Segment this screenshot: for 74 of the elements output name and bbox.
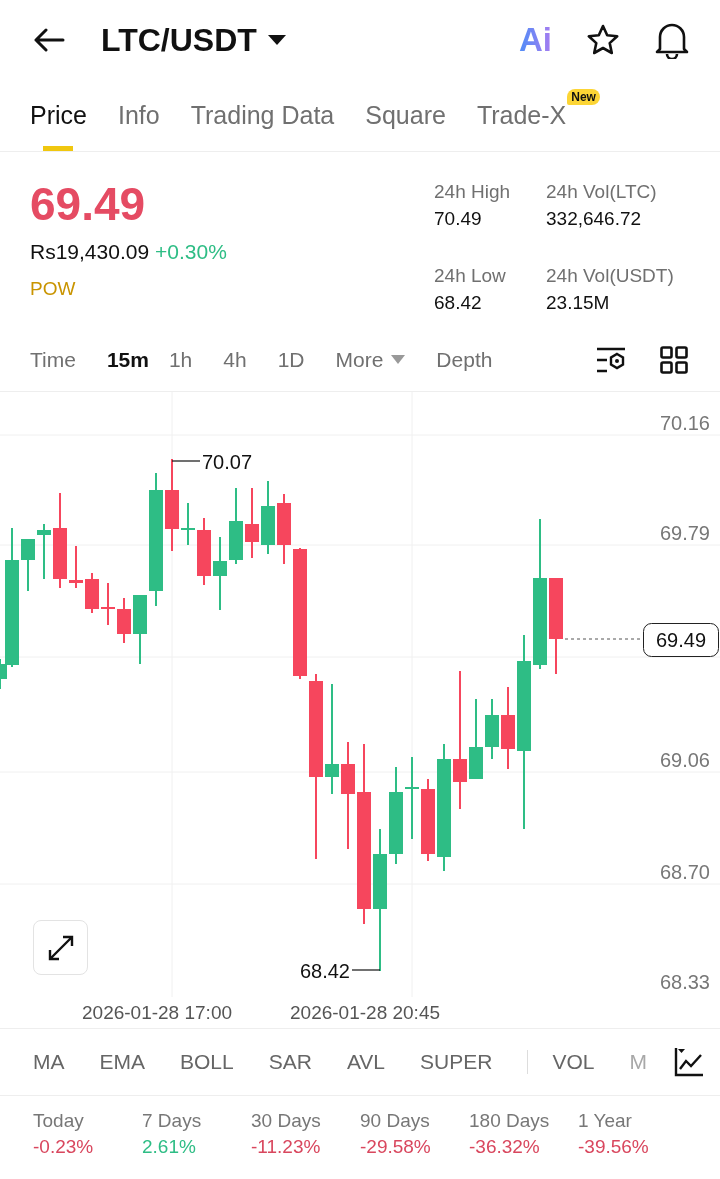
stat-label: 24h Vol(USDT) [546, 263, 675, 288]
period-change: -36.32% [469, 1136, 541, 1158]
tab[interactable]: Price [30, 80, 87, 151]
interval-option[interactable]: Time [30, 347, 76, 372]
period-change: -29.58% [360, 1136, 432, 1158]
stat-label: 24h Low [434, 263, 507, 288]
fullscreen-button[interactable] [33, 920, 88, 975]
tab[interactable]: Square [365, 80, 446, 151]
indicator-option[interactable]: SUPER [420, 1050, 493, 1074]
price-axis-label: 69.06 [659, 749, 710, 771]
expand-icon [47, 934, 74, 961]
indicator-option[interactable]: MA [33, 1050, 65, 1074]
candle [197, 517, 211, 586]
period-change: -0.23% [33, 1136, 95, 1158]
candle [69, 545, 83, 589]
tab[interactable]: Info [117, 80, 160, 151]
interval-option[interactable]: Depth [436, 347, 493, 372]
price-axis-label: 68.70 [659, 861, 710, 883]
new-badge: New [567, 89, 600, 105]
period-label: 1 Year [578, 1110, 633, 1132]
candle [21, 538, 35, 592]
period-change: 2.61% [142, 1136, 197, 1158]
last-price: 69.49 [30, 177, 147, 232]
stat-label: 24h High [434, 180, 512, 204]
fiat-price: Rs19,430.09 [30, 240, 150, 263]
indicator-option[interactable]: VOL [552, 1050, 595, 1074]
candle [245, 487, 259, 559]
stat-label: 24h Vol(LTC) [546, 180, 658, 204]
stat-value: 332,646.72 [546, 207, 643, 231]
time-axis-label: 2026-01-28 17:00 [82, 1001, 232, 1024]
caret-icon [391, 355, 406, 364]
stat-value: 68.42 [434, 290, 483, 315]
consensus-tag[interactable]: POW [30, 278, 76, 300]
candle [85, 572, 99, 614]
caret-icon[interactable] [266, 34, 287, 46]
candle [485, 698, 499, 760]
interval-option[interactable]: 4h [223, 347, 247, 372]
candle [117, 597, 131, 644]
chart-settings-icon[interactable] [596, 346, 626, 373]
stat-value: 23.15M [546, 290, 611, 315]
indicator-option[interactable]: AVL [346, 1050, 386, 1074]
period-change: -39.56% [578, 1136, 650, 1158]
tab[interactable]: Trading Data [190, 80, 335, 151]
candle [37, 523, 51, 580]
indicator-option[interactable]: BOLL [180, 1050, 234, 1074]
period-label: 7 Days [142, 1110, 203, 1132]
last-price-tag: 69.49 [643, 623, 719, 657]
candle [101, 582, 115, 626]
period-label: Today [33, 1110, 85, 1132]
indicator-option[interactable]: EMA [99, 1050, 145, 1074]
candle [181, 502, 195, 546]
tab[interactable]: Trade-X [476, 80, 567, 151]
price-change: +0.30% [155, 240, 227, 263]
star-icon[interactable] [586, 23, 620, 57]
candle [277, 493, 291, 565]
interval-option[interactable]: 1h [168, 347, 193, 372]
interval-option[interactable]: 15m [106, 347, 149, 372]
candle [133, 594, 147, 665]
pair-title[interactable]: LTC/USDT [101, 21, 257, 59]
period-label: 90 Days [360, 1110, 431, 1132]
grid-layout-icon[interactable] [660, 345, 688, 374]
period-change: -11.23% [251, 1136, 322, 1158]
period-label: 30 Days [251, 1110, 322, 1132]
price-axis-label: 69.79 [659, 522, 710, 544]
interval-option[interactable]: More [335, 347, 406, 372]
indicator-option[interactable]: SAR [268, 1050, 312, 1074]
interval-option[interactable]: 1D [277, 347, 305, 372]
price-axis-label: 70.16 [659, 412, 710, 434]
stat-value: 70.49 [434, 207, 483, 231]
price-axis-label: 68.33 [659, 971, 710, 993]
time-axis-label: 2026-01-28 20:45 [290, 1001, 441, 1024]
bell-icon[interactable] [654, 21, 690, 59]
back-icon[interactable] [33, 28, 65, 52]
period-label: 180 Days [469, 1110, 551, 1132]
